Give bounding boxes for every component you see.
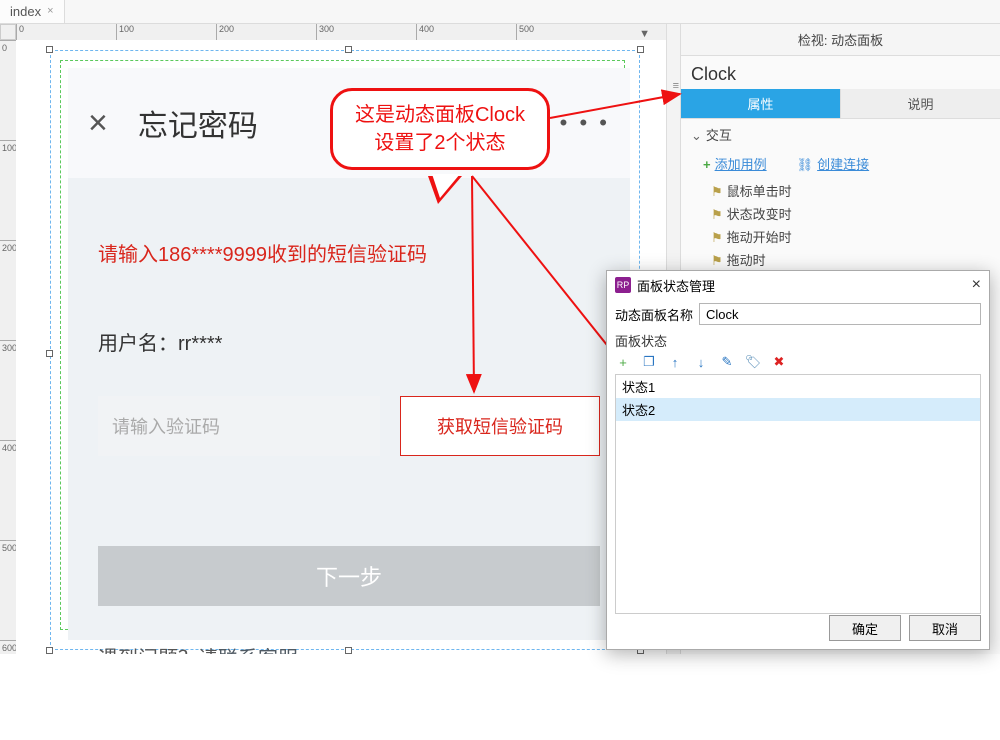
event-item[interactable]: ⚑拖动开始时	[711, 225, 970, 248]
link-icon: ⛓	[797, 157, 814, 172]
ok-button[interactable]: 确定	[829, 615, 901, 641]
states-toolbar: + ❐ ↑ ↓ ✎ 🏷 ✖	[607, 350, 989, 374]
rename-state-icon[interactable]: 🏷	[745, 354, 761, 370]
sms-hint-text: 请输入186****9999收到的短信验证码	[98, 238, 600, 267]
state-row[interactable]: 状态1	[616, 375, 980, 398]
sms-code-input[interactable]: 请输入验证码	[98, 396, 380, 456]
contact-support-link[interactable]: 联系客服	[218, 648, 298, 654]
page-title: 忘记密码	[138, 101, 258, 145]
ruler-horizontal: 0100200300400500600	[16, 24, 680, 40]
state-row[interactable]: 状态2	[616, 398, 980, 421]
next-step-button[interactable]: 下一步	[98, 546, 600, 606]
chevron-down-icon: ⌄	[691, 128, 702, 143]
move-up-icon[interactable]: ↑	[667, 354, 683, 370]
tab-properties[interactable]: 属性	[681, 89, 840, 118]
username-label: 用户名：rr****	[98, 327, 600, 356]
panel-collapse-icon[interactable]: ≡	[673, 80, 679, 92]
flag-icon: ⚑	[711, 230, 723, 245]
cancel-button[interactable]: 取消	[909, 615, 981, 641]
canvas-dropdown-icon[interactable]: ▼	[639, 28, 650, 40]
duplicate-state-icon[interactable]: ❐	[641, 354, 657, 370]
section-interaction[interactable]: ⌄交互	[681, 119, 1000, 150]
axure-rp-icon: RP	[615, 277, 631, 293]
inspector-element-name: Clock	[681, 56, 1000, 89]
dialog-close-icon[interactable]: ×	[972, 276, 981, 294]
move-down-icon[interactable]: ↓	[693, 354, 709, 370]
file-tab-index[interactable]: index ×	[0, 0, 65, 23]
close-tab-icon[interactable]: ×	[47, 5, 53, 17]
annotation-callout: 这是动态面板Clock设置了2个状态	[330, 88, 550, 170]
delete-state-icon[interactable]: ✖	[771, 354, 787, 370]
flag-icon: ⚑	[711, 207, 723, 222]
create-link-link[interactable]: 创建连接	[817, 157, 869, 172]
file-tab-label: index	[10, 4, 41, 19]
ruler-vertical: 0100200300400500600	[0, 40, 16, 654]
panel-state-dialog[interactable]: RP 面板状态管理 × 动态面板名称 面板状态 + ❐ ↑ ↓ ✎ 🏷 ✖ 状态…	[606, 270, 990, 650]
flag-icon: ⚑	[711, 184, 723, 199]
get-sms-button[interactable]: 获取短信验证码	[400, 396, 600, 456]
more-icon[interactable]: • • •	[560, 110, 610, 136]
file-tab-bar: index ×	[0, 0, 1000, 24]
event-item[interactable]: ⚑状态改变时	[711, 202, 970, 225]
states-list[interactable]: 状态1 状态2	[615, 374, 981, 614]
edit-state-icon[interactable]: ✎	[719, 354, 735, 370]
tab-notes[interactable]: 说明	[840, 89, 1000, 118]
states-label: 面板状态	[607, 329, 989, 350]
event-item[interactable]: ⚑拖动时	[711, 248, 970, 271]
panel-name-label: 动态面板名称	[615, 305, 693, 324]
add-state-icon[interactable]: +	[615, 354, 631, 370]
flag-icon: ⚑	[711, 253, 723, 268]
plus-icon: +	[703, 157, 711, 172]
add-case-link[interactable]: 添加用例	[715, 157, 767, 172]
help-text: 遇到问题？请联系客服	[98, 642, 600, 654]
inspector-header: 检视: 动态面板	[681, 24, 1000, 56]
panel-name-input[interactable]	[699, 303, 981, 325]
ruler-corner	[0, 24, 16, 40]
close-icon[interactable]: ×	[88, 104, 108, 143]
design-canvas-area: 0100200300400500600 0100200300400500600 …	[0, 24, 680, 654]
event-item[interactable]: ⚑鼠标单击时	[711, 179, 970, 202]
dialog-title: 面板状态管理	[637, 276, 715, 295]
